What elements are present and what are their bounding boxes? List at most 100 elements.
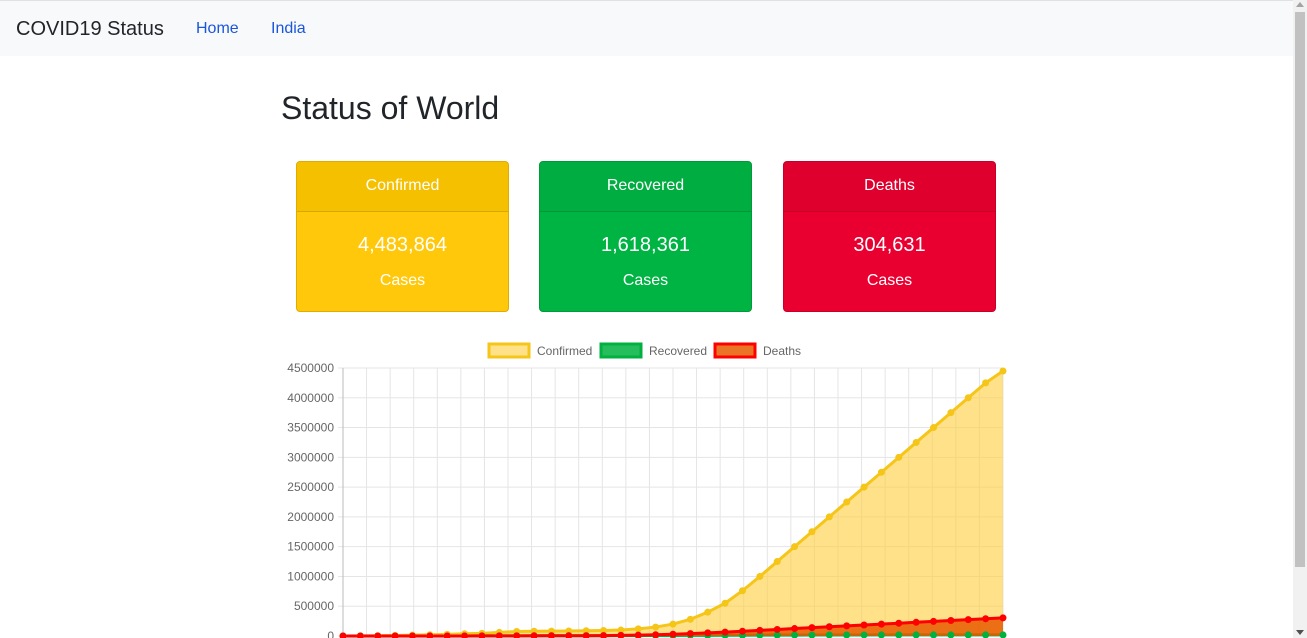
point-confirmed — [738, 587, 746, 595]
point-deaths — [582, 632, 590, 638]
recovered-unit: Cases — [622, 272, 669, 289]
point-deaths — [408, 632, 416, 638]
point-deaths — [356, 632, 364, 638]
point-recovered — [964, 631, 972, 638]
point-confirmed — [982, 379, 990, 387]
point-deaths — [426, 632, 434, 638]
point-confirmed — [964, 394, 972, 402]
point-deaths — [547, 632, 555, 638]
deaths-unit: Cases — [866, 272, 913, 289]
point-recovered — [895, 631, 903, 638]
legend-swatch-deaths — [713, 342, 757, 359]
confirmed-value: 4,483,864 — [358, 234, 447, 256]
point-recovered — [877, 631, 885, 638]
point-deaths — [478, 632, 486, 638]
point-deaths — [843, 622, 851, 630]
point-deaths — [860, 621, 868, 629]
point-confirmed — [721, 599, 729, 607]
point-deaths — [773, 625, 781, 633]
point-deaths — [825, 623, 833, 631]
point-confirmed — [704, 608, 712, 616]
point-deaths — [738, 627, 746, 635]
point-confirmed — [756, 572, 764, 580]
y-tick-label: 2500000 — [287, 480, 334, 494]
point-deaths — [600, 632, 608, 638]
point-confirmed — [877, 468, 885, 476]
legend-label-deaths: Deaths — [763, 344, 801, 358]
confirmed-card: Confirmed 4,483,864 Cases — [296, 161, 509, 312]
y-tick-label: 0 — [327, 629, 334, 638]
point-deaths — [669, 630, 677, 638]
point-deaths — [617, 631, 625, 638]
nav-link-india[interactable]: India — [271, 20, 306, 38]
point-confirmed — [808, 528, 816, 536]
point-deaths — [443, 632, 451, 638]
point-deaths — [652, 631, 660, 638]
point-confirmed — [930, 424, 938, 432]
point-recovered — [982, 631, 990, 638]
point-deaths — [721, 628, 729, 636]
legend-label-recovered: Recovered — [649, 344, 707, 358]
legend-swatch-recovered — [599, 342, 643, 359]
recovered-card: Recovered 1,618,361 Cases — [539, 161, 752, 312]
point-confirmed — [669, 620, 677, 628]
scroll-thumb[interactable] — [1295, 12, 1305, 567]
y-tick-label: 4500000 — [287, 361, 334, 375]
nav-link-home[interactable]: Home — [196, 20, 239, 38]
deaths-card-header: Deaths — [784, 162, 995, 212]
point-deaths — [877, 620, 885, 628]
point-recovered — [843, 631, 851, 638]
point-deaths — [756, 626, 764, 634]
point-deaths — [461, 632, 469, 638]
point-deaths — [704, 629, 712, 637]
point-deaths — [808, 624, 816, 632]
point-confirmed — [999, 367, 1007, 375]
point-deaths — [999, 614, 1007, 622]
point-deaths — [895, 619, 903, 627]
scroll-up-arrow-icon[interactable] — [1296, 2, 1304, 7]
point-deaths — [791, 625, 799, 633]
point-deaths — [391, 632, 399, 638]
point-deaths — [634, 631, 642, 638]
brand-link[interactable]: COVID19 Status — [16, 18, 164, 41]
y-tick-label: 2000000 — [287, 510, 334, 524]
point-confirmed — [947, 409, 955, 417]
point-confirmed — [791, 543, 799, 551]
point-recovered — [773, 631, 781, 638]
point-deaths — [495, 632, 503, 638]
point-deaths — [513, 632, 521, 638]
legend-label-confirmed: Confirmed — [537, 344, 592, 358]
deaths-value: 304,631 — [853, 234, 926, 256]
y-tick-label: 4000000 — [287, 391, 334, 405]
page-title: Status of World — [281, 90, 500, 126]
navbar: COVID19 Status Home India — [0, 0, 1293, 56]
point-confirmed — [912, 438, 920, 446]
scroll-down-arrow-icon[interactable] — [1296, 630, 1304, 635]
point-deaths — [930, 617, 938, 625]
point-deaths — [530, 632, 538, 638]
point-confirmed — [895, 453, 903, 461]
point-recovered — [930, 631, 938, 638]
y-tick-label: 3000000 — [287, 450, 334, 464]
deaths-card: Deaths 304,631 Cases — [783, 161, 996, 312]
point-recovered — [999, 631, 1007, 638]
y-tick-label: 3500000 — [287, 421, 334, 435]
recovered-card-header: Recovered — [540, 162, 751, 212]
point-confirmed — [825, 513, 833, 521]
confirmed-card-header: Confirmed — [297, 162, 508, 212]
point-deaths — [964, 616, 972, 624]
point-confirmed — [773, 558, 781, 566]
point-deaths — [982, 615, 990, 623]
point-recovered — [791, 631, 799, 638]
point-deaths — [565, 632, 573, 638]
y-tick-label: 500000 — [294, 599, 334, 613]
scrollbar[interactable] — [1293, 0, 1307, 638]
point-recovered — [860, 631, 868, 638]
point-deaths — [374, 632, 382, 638]
legend-swatch-confirmed — [487, 342, 531, 359]
point-confirmed — [652, 623, 660, 631]
point-recovered — [825, 631, 833, 638]
point-recovered — [912, 631, 920, 638]
point-confirmed — [634, 625, 642, 633]
y-tick-label: 1500000 — [287, 540, 334, 554]
